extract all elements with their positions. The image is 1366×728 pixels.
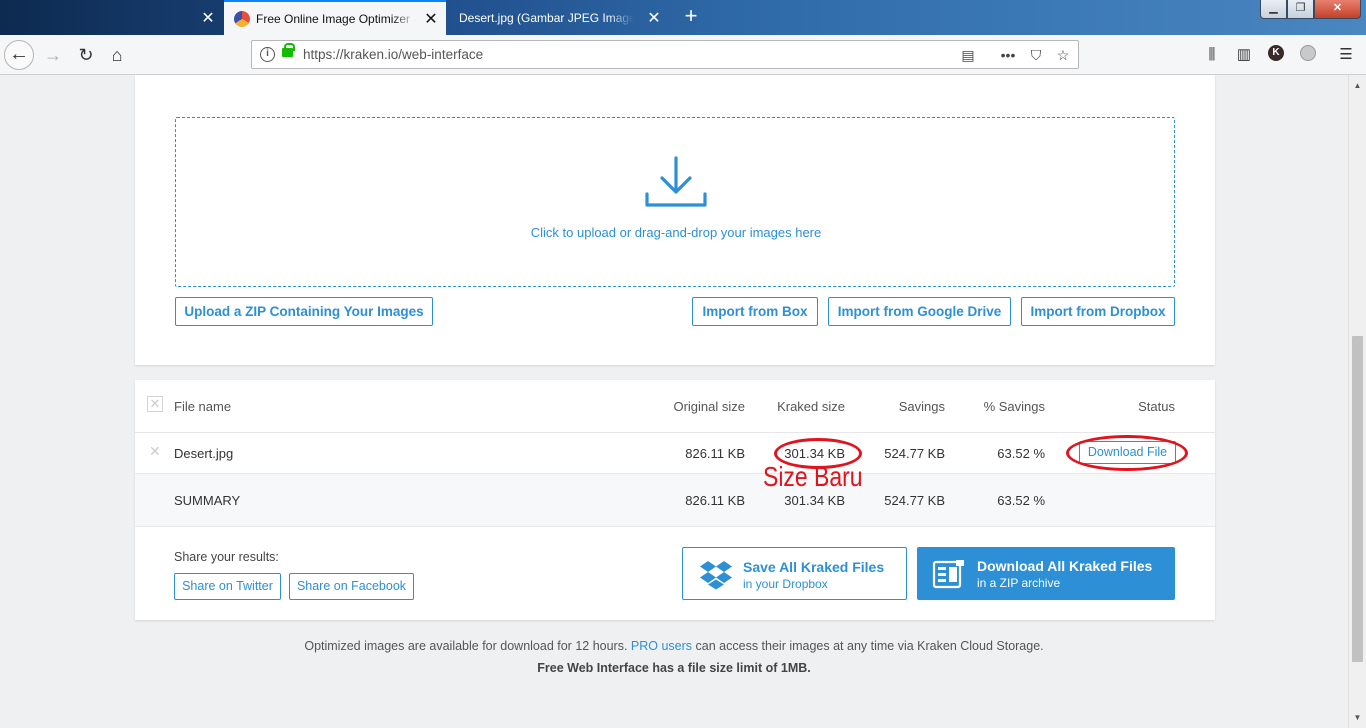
results-panel: ✕ File name Original size Kraked size Sa…: [135, 380, 1215, 620]
reload-button[interactable]: ↻: [71, 40, 101, 70]
globe-icon[interactable]: [1300, 45, 1316, 61]
save-to-dropbox-button[interactable]: Save All Kraked Files in your Dropbox: [682, 547, 907, 600]
select-all-checkbox[interactable]: ✕: [147, 396, 163, 412]
sidebar-icon[interactable]: ▥: [1232, 43, 1256, 67]
table-row: ✕ Desert.jpg 826.11 KB 301.34 KB 524.77 …: [135, 433, 1215, 474]
upload-zip-button[interactable]: Upload a ZIP Containing Your Images: [175, 297, 433, 326]
footer-availability-note: Optimized images are available for downl…: [0, 639, 1348, 653]
menu-icon[interactable]: ☰: [1334, 43, 1358, 67]
annotation-size-baru: Size Baru: [763, 461, 863, 492]
footer-text-pre: Optimized images are available for downl…: [304, 639, 628, 653]
zip-button-subtitle: in a ZIP archive: [977, 576, 1061, 590]
tab-previous[interactable]: ✕: [0, 0, 223, 35]
zip-archive-icon: [932, 560, 964, 589]
tab-title: Free Online Image Optimizer - Kraken.io: [256, 11, 416, 26]
library-icon[interactable]: ⫼: [1200, 43, 1224, 67]
header-pct-savings: % Savings: [983, 399, 1045, 414]
zip-button-title: Download All Kraked Files: [977, 558, 1153, 574]
close-tab-icon[interactable]: ✕: [645, 8, 663, 28]
summary-row: SUMMARY 826.11 KB 301.34 KB 524.77 KB 63…: [135, 474, 1215, 527]
lock-icon: [282, 43, 295, 57]
dropbox-button-subtitle: in your Dropbox: [743, 577, 828, 591]
summary-label: SUMMARY: [174, 493, 241, 508]
tab-bar: ✕ Free Online Image Optimizer - Kraken.i…: [0, 0, 1366, 35]
table-header: ✕ File name Original size Kraked size Sa…: [135, 380, 1215, 433]
navigation-toolbar: ← → ↻ ⌂ i https://kraken.io/web-interfac…: [0, 35, 1366, 75]
download-file-button[interactable]: Download File: [1079, 441, 1176, 464]
share-twitter-button[interactable]: Share on Twitter: [174, 573, 281, 600]
scroll-up-arrow-icon[interactable]: ▲: [1349, 77, 1366, 94]
share-facebook-button[interactable]: Share on Facebook: [289, 573, 414, 600]
close-window-button[interactable]: ✕: [1314, 0, 1361, 19]
download-all-zip-button[interactable]: Download All Kraked Files in a ZIP archi…: [917, 547, 1175, 600]
header-savings: Savings: [898, 399, 945, 414]
summary-pct-savings: 63.52 %: [997, 493, 1045, 508]
share-label: Share your results:: [174, 550, 279, 564]
header-status: Status: [1138, 399, 1175, 414]
import-dropbox-button[interactable]: Import from Dropbox: [1021, 297, 1175, 326]
url-text[interactable]: https://kraken.io/web-interface: [303, 47, 483, 62]
minimize-button[interactable]: ▁: [1260, 0, 1287, 19]
forward-button[interactable]: →: [38, 40, 68, 70]
profile-avatar[interactable]: K: [1268, 45, 1284, 61]
maximize-button[interactable]: ❐: [1287, 0, 1314, 19]
header-original-size: Original size: [673, 399, 745, 414]
tab-active-kraken[interactable]: Free Online Image Optimizer - Kraken.io …: [224, 0, 446, 35]
footer-size-limit-note: Free Web Interface has a file size limit…: [537, 661, 811, 675]
close-tab-icon[interactable]: ✕: [199, 8, 217, 28]
pct-savings: 63.52 %: [997, 446, 1045, 461]
dropzone-text: Click to upload or drag-and-drop your im…: [530, 225, 822, 240]
original-size: 826.11 KB: [685, 446, 745, 461]
home-button[interactable]: ⌂: [102, 40, 132, 70]
scroll-down-arrow-icon[interactable]: ▼: [1349, 709, 1366, 726]
pro-users-link[interactable]: PRO users: [631, 639, 692, 653]
tab-desert-image[interactable]: Desert.jpg (Gambar JPEG Image, 1024 ✕: [447, 0, 669, 35]
import-box-button[interactable]: Import from Box: [692, 297, 818, 326]
new-tab-button[interactable]: +: [679, 3, 703, 29]
remove-file-icon[interactable]: ✕: [149, 443, 161, 460]
pocket-icon[interactable]: ⛉: [1025, 45, 1047, 65]
reader-view-icon[interactable]: ▤: [957, 45, 979, 65]
page-actions-icon[interactable]: •••: [997, 45, 1019, 65]
bookmark-star-icon[interactable]: ☆: [1052, 45, 1074, 65]
scrollbar-thumb[interactable]: [1352, 336, 1363, 662]
summary-kraked-size: 301.34 KB: [784, 493, 845, 508]
dropbox-button-title: Save All Kraked Files: [743, 559, 885, 575]
file-name: Desert.jpg: [174, 446, 234, 461]
download-arrow-icon: [645, 156, 707, 207]
window-controls: ▁ ❐ ✕: [1260, 0, 1361, 19]
site-info-icon[interactable]: i: [260, 47, 275, 62]
footer-text-post: can access their images at any time via …: [695, 639, 1044, 653]
dropbox-icon: [700, 561, 732, 590]
header-file-name: File name: [174, 399, 232, 414]
upload-dropzone[interactable]: Click to upload or drag-and-drop your im…: [175, 117, 1175, 287]
kraken-favicon-icon: [234, 10, 250, 27]
close-tab-icon[interactable]: ✕: [422, 9, 440, 29]
upload-panel: Click to upload or drag-and-drop your im…: [135, 75, 1215, 365]
back-button[interactable]: ←: [4, 40, 34, 70]
address-bar[interactable]: i https://kraken.io/web-interface ▤ ••• …: [251, 40, 1079, 69]
import-google-drive-button[interactable]: Import from Google Drive: [828, 297, 1011, 326]
kraked-size: 301.34 KB: [784, 446, 845, 461]
header-kraked-size: Kraked size: [777, 399, 845, 414]
savings: 524.77 KB: [884, 446, 945, 461]
summary-original-size: 826.11 KB: [685, 493, 745, 508]
summary-savings: 524.77 KB: [884, 493, 945, 508]
tab-title: Desert.jpg (Gambar JPEG Image, 1024: [459, 10, 634, 25]
page-scrollbar[interactable]: ▲ ▼: [1348, 75, 1366, 728]
